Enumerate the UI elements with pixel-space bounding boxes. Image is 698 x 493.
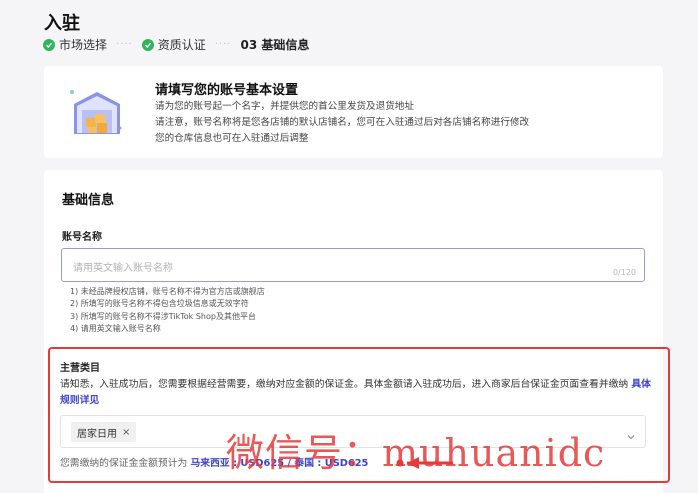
warehouse-illustration-icon [64,84,126,142]
account-name-placeholder: 请用英文输入账号名称 [73,263,173,274]
main-category-label: 主营类目 [60,363,100,374]
step-label: 市场选择 [59,38,108,52]
intro-line: 您的仓库信息也可在入驻通过后调整 [155,133,309,144]
intro-line: 请注意，账号名称将是您各店铺的默认店铺名，您可在入驻通过后对各店铺名称进行修改 [155,117,530,128]
step-label: 03 基础信息 [240,38,310,52]
rule-item: 4) 请用英文输入账号名称 [70,323,161,333]
char-counter: 0/120 [612,268,636,277]
page-title: 入驻 [44,13,80,34]
deposit-notice-text: 请知悉，入驻成功后，您需要根据经营需要，缴纳对应金额的保证金。具体金额请入驻成功… [60,379,629,390]
check-circle-icon [43,38,55,51]
account-name-input[interactable]: 请用英文输入账号名称 0/120 [61,248,645,282]
rule-item: 1) 未经品牌授权店铺，账号名称不得为官方店或旗舰店 [70,287,265,296]
category-tag: 居家日用 × [71,422,137,442]
step-divider: ···· [214,39,232,50]
progress-steps: 市场选择 ···· 资质认证 ···· 03 基础信息 [43,36,309,53]
step-basic-info: 03 基础信息 [240,36,309,53]
account-name-label: 账号名称 [62,232,102,243]
chevron-down-icon[interactable] [626,426,636,445]
section-title: 基础信息 [62,193,115,208]
intro-title: 请填写您的账号基本设置 [155,83,299,98]
step-label: 资质认证 [157,38,206,52]
category-tag-label: 居家日用 [77,428,117,440]
rule-item: 3) 所填写的账号名称不得涉TikTok Shop及其他平台 [70,311,256,321]
deposit-notice: 请知悉，入驻成功后，您需要根据经营需要，缴纳对应金额的保证金。具体金额请入驻成功… [60,377,660,409]
check-circle-icon [141,38,154,51]
close-icon[interactable]: × [122,427,130,438]
rule-item: 2) 所填写的账号名称不得包含垃圾信息或无效字符 [70,299,249,309]
deposit-prefix: 您需缴纳的保证金金额预计为 [60,458,188,469]
account-name-rules: 1) 未经品牌授权店铺，账号名称不得为官方店或旗舰店 2) 所填写的账号名称不得… [70,286,265,335]
intro-line: 请为您的账号起一个名字，并提供您的首公里发货及退货地址 [155,101,415,112]
step-market: 市场选择 [43,36,107,53]
step-divider: ···· [116,39,133,50]
watermark: 微信号：muhuanidc [226,431,606,475]
intro-card: 请填写您的账号基本设置 请为您的账号起一个名字，并提供您的首公里发货及退货地址 … [44,66,663,158]
step-qualification: 资质认证 [141,36,206,53]
intro-description: 请为您的账号起一个名字，并提供您的首公里发货及退货地址 请注意，账号名称将是您各… [155,99,529,147]
